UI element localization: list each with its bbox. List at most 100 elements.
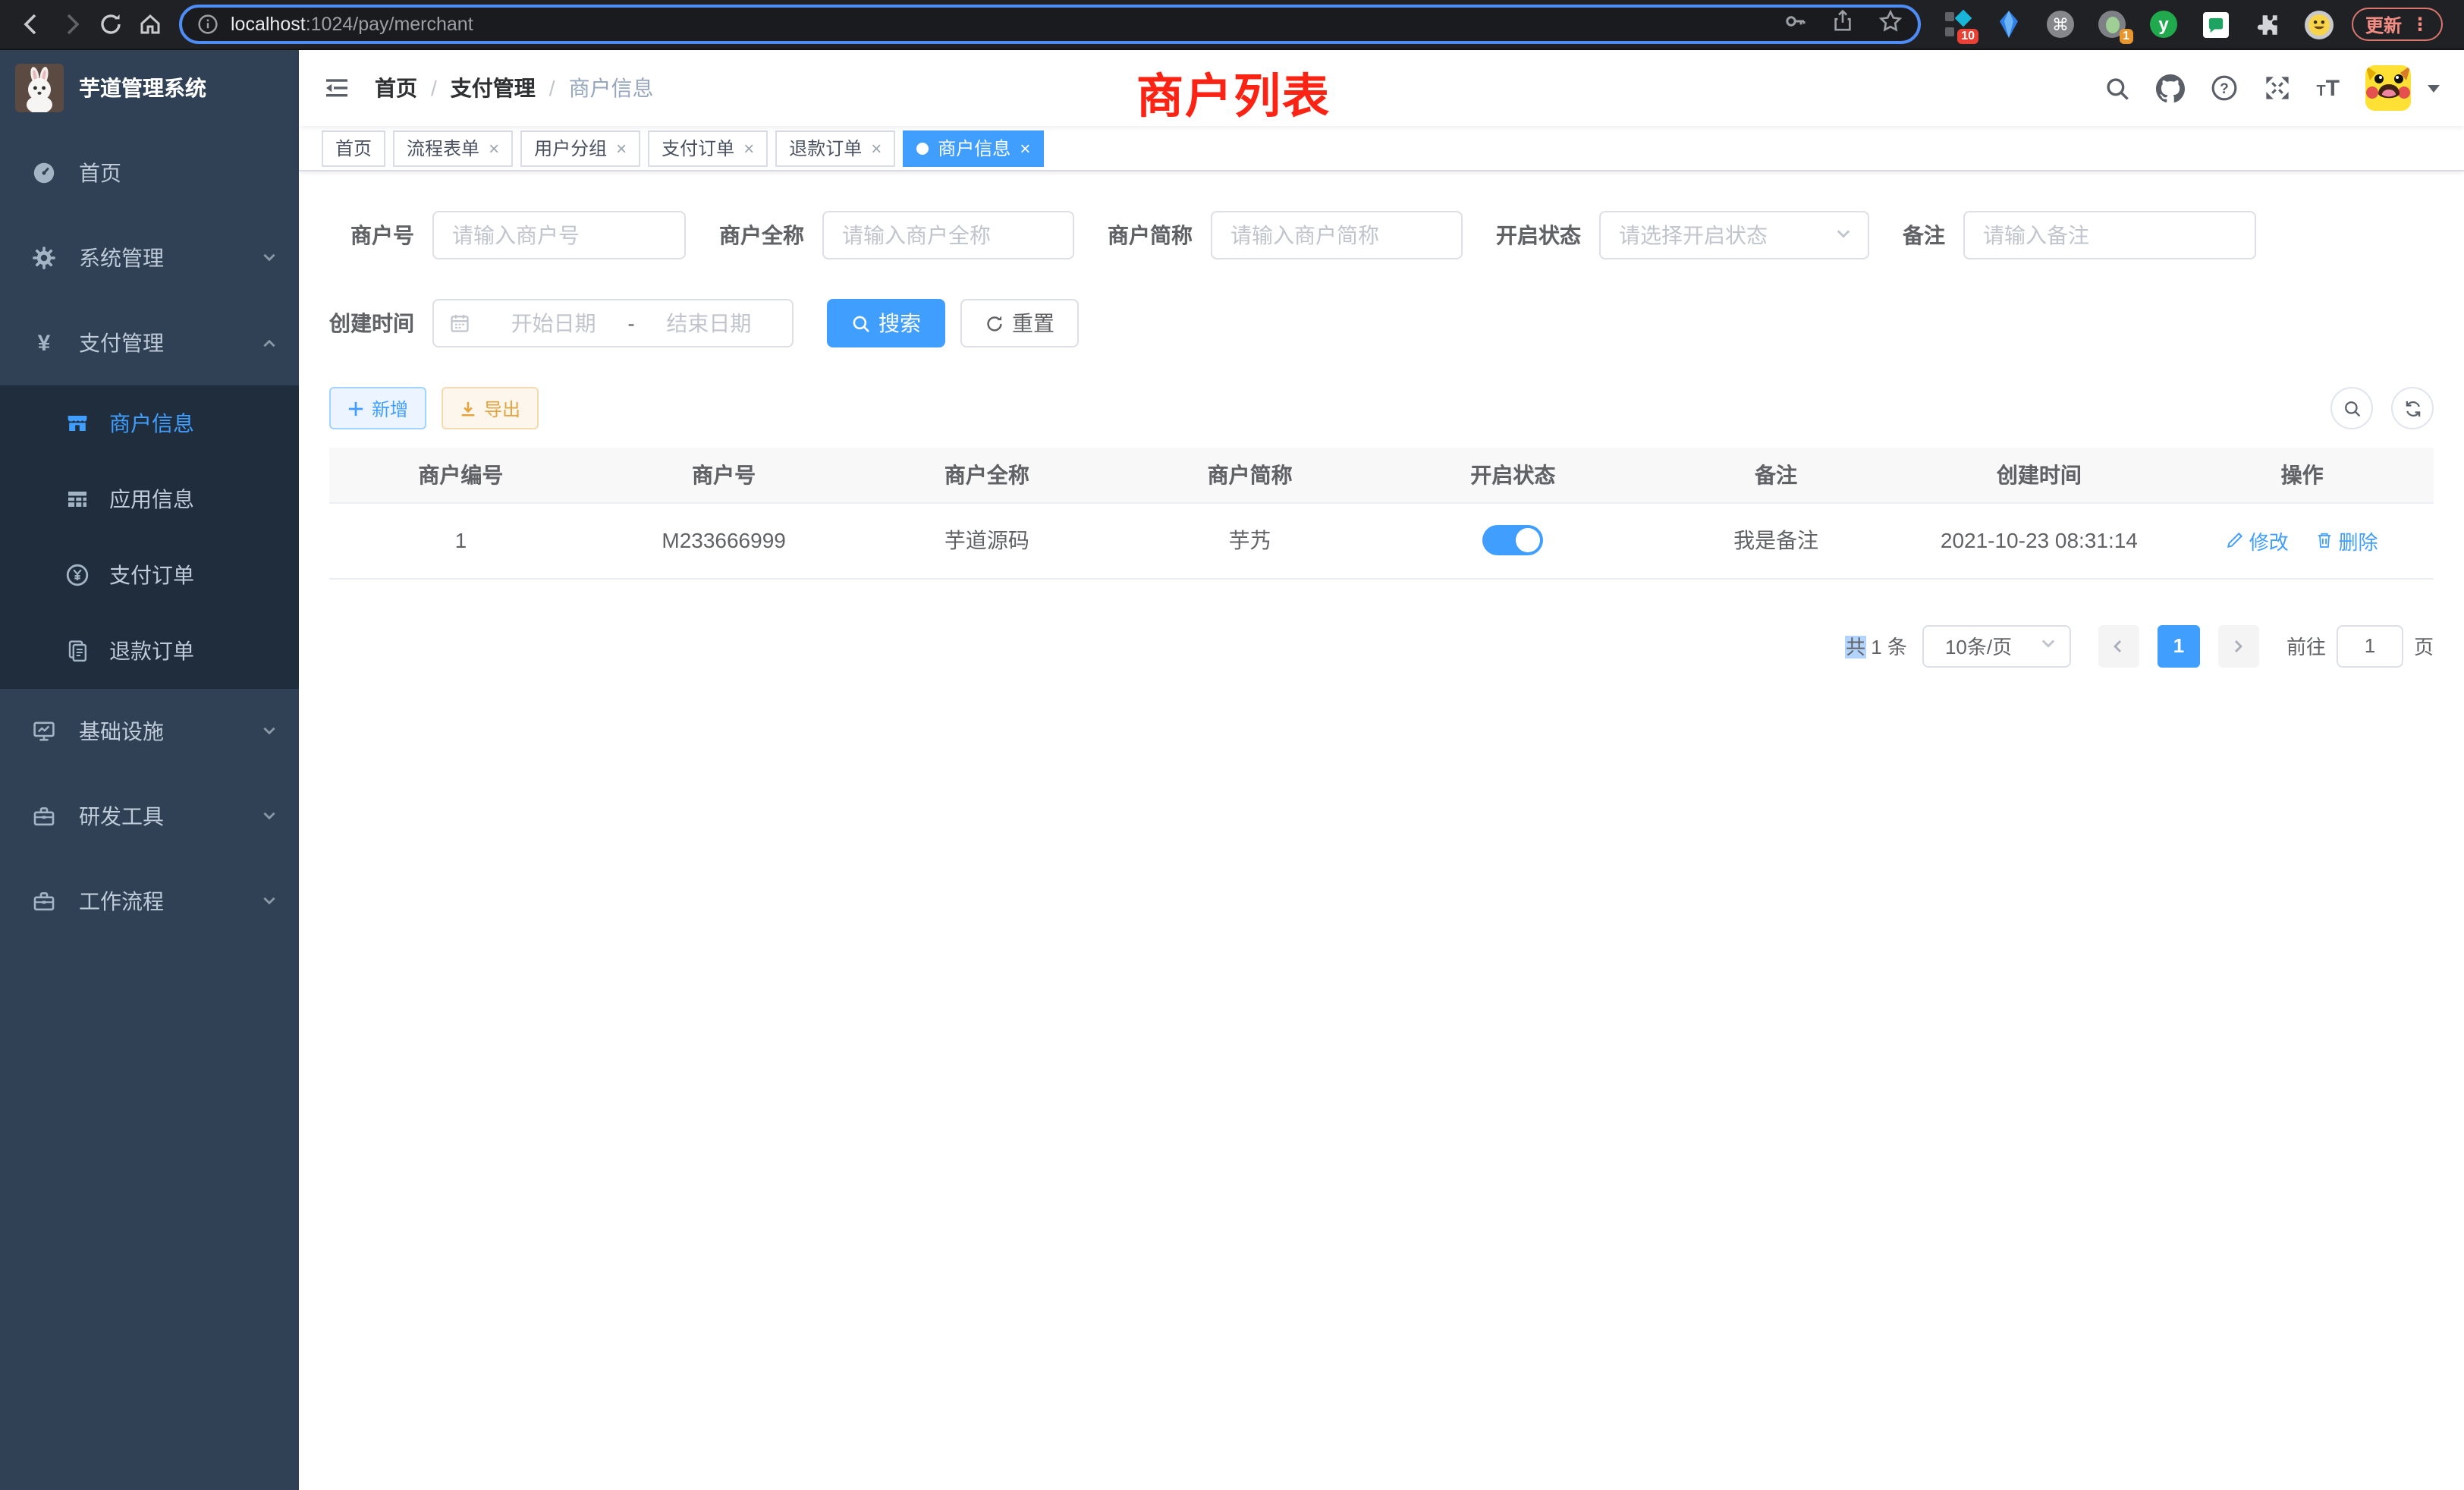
home-icon[interactable] [130, 5, 170, 44]
goto-page-input[interactable] [2337, 624, 2403, 667]
merchant-short-input[interactable] [1211, 211, 1463, 259]
tab-merchant-info[interactable]: 商户信息× [903, 130, 1044, 166]
sidebar-item-label: 应用信息 [109, 484, 194, 514]
ext-grid-icon[interactable]: 10 [1942, 9, 1972, 39]
toggle-search-button[interactable] [2330, 387, 2373, 429]
field-create-time: 创建时间 开始日期 - 结束日期 [329, 299, 794, 347]
col-create-time: 创建时间 [1908, 448, 2171, 502]
ext-chat-icon[interactable] [2200, 9, 2230, 39]
sidebar-item-home[interactable]: 首页 [0, 130, 299, 215]
tab-refund-order[interactable]: 退款订单× [775, 130, 895, 166]
yen-icon: ¥ [30, 330, 58, 356]
remark-input[interactable] [1963, 211, 2256, 259]
sidebar-item-system[interactable]: 系统管理 [0, 215, 299, 300]
breadcrumb: 首页 / 支付管理 / 商户信息 [375, 73, 654, 103]
site-info-icon[interactable] [197, 14, 218, 35]
field-label: 商户简称 [1108, 220, 1193, 250]
tab-user-group[interactable]: 用户分组× [520, 130, 640, 166]
breadcrumb-home[interactable]: 首页 [375, 73, 417, 103]
refresh-button[interactable] [2391, 387, 2434, 429]
sidebar-collapse-icon[interactable] [323, 74, 350, 102]
app-logo[interactable]: 芋道管理系统 [0, 50, 299, 126]
field-label: 商户号 [329, 220, 414, 250]
forward-icon[interactable] [52, 5, 91, 44]
start-date-placeholder[interactable]: 开始日期 [486, 308, 621, 338]
url-text[interactable]: localhost:1024/pay/merchant [231, 14, 473, 35]
sidebar-item-merchant-info[interactable]: 商户信息 [0, 385, 299, 461]
sidebar-item-pay-order[interactable]: 支付订单 [0, 537, 299, 613]
close-icon[interactable]: × [489, 139, 499, 157]
page-unit-label: 页 [2414, 631, 2434, 660]
merchant-no-input[interactable] [432, 211, 686, 259]
share-icon[interactable] [1831, 9, 1854, 39]
calendar-icon [449, 313, 470, 334]
cell-merchant-id: 1 [329, 502, 592, 578]
next-page-button[interactable] [2218, 624, 2259, 667]
status-select[interactable]: 请选择开启状态 [1599, 211, 1869, 259]
cell-status [1381, 502, 1645, 578]
edit-link[interactable]: 修改 [2227, 526, 2289, 555]
end-date-placeholder[interactable]: 结束日期 [641, 308, 777, 338]
close-icon[interactable]: × [871, 139, 882, 157]
status-toggle[interactable] [1482, 525, 1543, 555]
add-button[interactable]: 新增 [329, 387, 426, 429]
gear-icon [30, 246, 58, 270]
extensions-puzzle-icon[interactable] [2252, 9, 2282, 39]
ext-gem-icon[interactable] [1994, 9, 2024, 39]
date-separator: - [621, 311, 640, 335]
cell-merchant-name: 芋道源码 [856, 502, 1119, 578]
merchant-name-input[interactable] [822, 211, 1074, 259]
chevron-down-icon [2039, 634, 2057, 657]
screen: localhost:1024/pay/merchant [0, 0, 2464, 1490]
monitor-icon [30, 719, 58, 743]
reload-icon[interactable] [91, 5, 130, 44]
reset-button[interactable]: 重置 [960, 299, 1079, 347]
tab-process-form[interactable]: 流程表单× [393, 130, 513, 166]
browser-menu-icon[interactable]: ⋮ [2411, 14, 2429, 35]
table-grid-icon [64, 487, 91, 511]
ext-profile-icon[interactable]: 1 [2097, 9, 2127, 39]
chevron-down-icon [261, 889, 278, 913]
font-size-icon[interactable]: TT [2316, 77, 2340, 99]
create-time-range-picker[interactable]: 开始日期 - 结束日期 [432, 299, 794, 347]
avatar-dropdown-caret[interactable] [2428, 84, 2440, 92]
tab-pay-order[interactable]: 支付订单× [648, 130, 768, 166]
page-number-1[interactable]: 1 [2158, 624, 2200, 667]
chevron-down-icon [261, 719, 278, 743]
browser-avatar-icon[interactable] [2303, 9, 2334, 39]
prev-page-button[interactable] [2098, 624, 2139, 667]
address-bar[interactable]: localhost:1024/pay/merchant [179, 5, 1921, 44]
page-size-select[interactable]: 10条/页 [1922, 624, 2071, 667]
sidebar-item-workflow[interactable]: 工作流程 [0, 859, 299, 944]
user-avatar[interactable] [2365, 65, 2411, 111]
ext-y-icon[interactable]: y [2148, 9, 2179, 39]
chrome-update-button[interactable]: 更新 ⋮ [2352, 8, 2443, 41]
top-navbar: 首页 / 支付管理 / 商户信息 商户列表 ? [299, 50, 2464, 126]
chevron-down-icon [261, 804, 278, 828]
back-icon[interactable] [12, 5, 52, 44]
sidebar-item-dev-tools[interactable]: 研发工具 [0, 774, 299, 859]
export-button[interactable]: 导出 [442, 387, 539, 429]
breadcrumb-pay[interactable]: 支付管理 [451, 73, 536, 103]
sidebar-item-infra[interactable]: 基础设施 [0, 689, 299, 774]
delete-link[interactable]: 删除 [2316, 526, 2378, 555]
sidebar-item-label: 退款订单 [109, 636, 194, 666]
fullscreen-icon[interactable] [2263, 74, 2290, 102]
ext-command-icon[interactable]: ⌘ [2045, 9, 2076, 39]
close-icon[interactable]: × [616, 139, 627, 157]
sidebar-item-pay[interactable]: ¥ 支付管理 [0, 300, 299, 385]
bookmark-star-icon[interactable] [1878, 8, 1903, 40]
sidebar-item-app-info[interactable]: 应用信息 [0, 461, 299, 537]
password-key-icon[interactable] [1783, 8, 1807, 40]
header-search-icon[interactable] [2104, 75, 2129, 101]
sidebar-item-refund-order[interactable]: 退款订单 [0, 613, 299, 689]
help-icon[interactable]: ? [2210, 74, 2237, 102]
tab-home[interactable]: 首页 [322, 130, 385, 166]
close-icon[interactable]: × [743, 139, 754, 157]
search-button[interactable]: 搜索 [827, 299, 945, 347]
github-icon[interactable] [2155, 74, 2184, 102]
col-merchant-no: 商户号 [592, 448, 856, 502]
sidebar-item-label: 支付管理 [79, 328, 164, 358]
chevron-down-icon [261, 246, 278, 270]
close-icon[interactable]: × [1020, 139, 1030, 157]
